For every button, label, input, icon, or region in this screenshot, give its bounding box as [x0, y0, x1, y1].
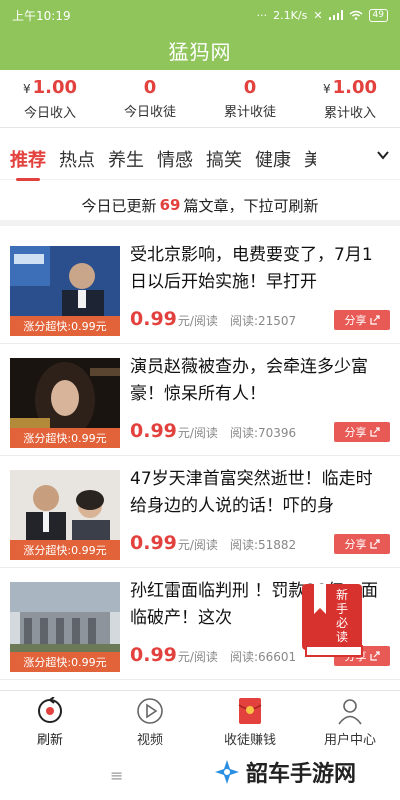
nav-refresh[interactable]: 刷新 — [0, 691, 100, 752]
stat-today-income[interactable]: ¥1.00 今日收入 — [0, 70, 100, 127]
share-button[interactable]: 分享 — [334, 310, 390, 330]
share-button[interactable]: 分享 — [334, 534, 390, 554]
currency-symbol: ¥ — [22, 81, 31, 96]
nav-label: 刷新 — [36, 732, 63, 748]
share-icon — [369, 427, 380, 437]
notice-prefix: 今日已更新 — [81, 196, 157, 215]
refresh-icon — [35, 696, 65, 726]
price-unit: 元/阅读 — [177, 650, 218, 664]
notice-suffix: 篇文章，下拉可刷新 — [183, 196, 319, 215]
tab-funny[interactable]: 搞笑 — [206, 146, 242, 172]
status-bar: 上午10:19 ··· 2.1K/s ✕ 49 — [0, 0, 400, 30]
tab-emotion[interactable]: 情感 — [157, 146, 193, 172]
price: 0.99 — [130, 420, 177, 442]
bottom-nav: 刷新 视频 收徒赚钱 用户中心 — [0, 690, 400, 752]
currency-symbol: ¥ — [322, 81, 331, 96]
article-thumbnail: 涨分超快:0.99元 — [10, 470, 120, 560]
stat-label: 今日收徒 — [123, 105, 176, 120]
nav-label: 视频 — [136, 732, 163, 748]
article-meta: 0.99 元/阅读 阅读:51882 — [130, 532, 296, 554]
stat-today-apprentices[interactable]: 0 今日收徒 — [100, 70, 200, 127]
article-title: 演员赵薇被查办，会牵连多少富豪！惊呆所有人！ — [130, 357, 368, 404]
share-icon — [369, 539, 380, 549]
list-item[interactable]: 涨分超快:0.99元 演员赵薇被查办，会牵连多少富豪！惊呆所有人！ 0.99 元… — [0, 344, 400, 456]
update-notice: 今日已更新 69 篇文章，下拉可刷新 — [0, 190, 400, 226]
share-label: 分享 — [344, 314, 367, 327]
menu-icon[interactable]: ≡ — [110, 766, 123, 785]
price-unit: 元/阅读 — [177, 426, 218, 440]
chevron-down-icon[interactable] — [376, 148, 390, 162]
article-count: 69 — [159, 196, 181, 214]
share-label: 分享 — [344, 426, 367, 439]
stat-value: 1.00 — [332, 76, 378, 98]
stat-label: 累计收徒 — [223, 105, 276, 120]
share-button[interactable]: 分享 — [334, 422, 390, 442]
tab-wellness[interactable]: 养生 — [108, 146, 144, 172]
network-speed: 2.1K/s — [273, 8, 308, 22]
article-meta: 0.99 元/阅读 阅读:70396 — [130, 420, 296, 442]
list-item[interactable]: 涨分超快:0.99元 47岁天津首富突然逝世！临走时给身边的人说的话！吓的身 0… — [0, 456, 400, 568]
share-label: 分享 — [344, 538, 367, 551]
stat-value: 0 — [143, 77, 157, 98]
nav-label: 收徒赚钱 — [223, 732, 276, 748]
article-thumbnail: 涨分超快:0.99元 — [10, 246, 120, 336]
status-indicators: ··· 2.1K/s ✕ 49 — [256, 8, 388, 22]
tab-hot[interactable]: 热点 — [59, 146, 95, 172]
read-count: 阅读:70396 — [229, 426, 297, 440]
article-thumbnail: 涨分超快:0.99元 — [10, 582, 120, 672]
newbie-guide-label: 新手必读 — [336, 588, 349, 644]
list-item[interactable]: 涨分超快:0.99元 受北京影响，电费要变了，7月1日以后开始实施！早打开 0.… — [0, 232, 400, 344]
read-count: 阅读:21507 — [229, 314, 297, 328]
wifi-icon — [349, 10, 363, 20]
newbie-guide-button[interactable]: 新手必读 — [300, 580, 366, 660]
stat-value: 1.00 — [32, 76, 78, 98]
article-meta: 0.99 元/阅读 阅读:66601 — [130, 644, 296, 666]
price-unit: 元/阅读 — [177, 538, 218, 552]
battery-icon: 49 — [368, 8, 388, 22]
earn-tag: 涨分超快:0.99元 — [10, 652, 120, 672]
price: 0.99 — [130, 308, 177, 330]
notification-dots: ··· — [256, 8, 268, 22]
price: 0.99 — [130, 532, 177, 554]
user-icon — [335, 696, 365, 726]
app-header: 猛犸网 — [0, 30, 400, 70]
stat-total-apprentices[interactable]: 0 累计收徒 — [200, 70, 300, 127]
tab-recommended[interactable]: 推荐 — [10, 146, 46, 181]
watermark: 韶车手游网 — [214, 756, 356, 788]
watermark-logo-icon — [215, 760, 239, 784]
app-title: 猛犸网 — [168, 39, 232, 64]
read-count: 阅读:51882 — [229, 538, 297, 552]
book-icon — [302, 584, 363, 657]
stat-label: 今日收入 — [23, 105, 76, 121]
stat-total-income[interactable]: ¥1.00 累计收入 — [300, 70, 400, 127]
price-unit: 元/阅读 — [177, 314, 218, 328]
watermark-text: 韶车手游网 — [246, 762, 357, 787]
earnings-summary: ¥1.00 今日收入 0 今日收徒 0 累计收徒 ¥1.00 累计收入 — [0, 70, 400, 128]
article-thumbnail: 涨分超快:0.99元 — [10, 358, 120, 448]
stat-value: 0 — [243, 77, 257, 98]
mute-icon: ✕ — [313, 8, 323, 22]
red-envelope-icon — [235, 696, 265, 726]
share-icon — [369, 651, 380, 661]
play-icon — [135, 696, 165, 726]
clock: 上午10:19 — [12, 8, 71, 23]
tab-beauty[interactable]: 美 — [304, 146, 316, 172]
article-meta: 0.99 元/阅读 阅读:21507 — [130, 308, 296, 330]
nav-earn[interactable]: 收徒赚钱 — [200, 691, 300, 752]
share-icon — [369, 315, 380, 325]
article-title: 47岁天津首富突然逝世！临走时给身边的人说的话！吓的身 — [130, 469, 373, 516]
earn-tag: 涨分超快:0.99元 — [10, 428, 120, 448]
read-count: 阅读:66601 — [229, 650, 297, 664]
nav-label: 用户中心 — [323, 732, 376, 748]
signal-icon — [328, 10, 343, 20]
tab-health[interactable]: 健康 — [255, 146, 291, 172]
category-tabs: 推荐 热点 养生 情感 搞笑 健康 美 — [0, 138, 400, 181]
nav-user-center[interactable]: 用户中心 — [300, 691, 400, 752]
earn-tag: 涨分超快:0.99元 — [10, 316, 120, 336]
article-title: 受北京影响，电费要变了，7月1日以后开始实施！早打开 — [130, 245, 373, 292]
stat-label: 累计收入 — [323, 105, 376, 121]
earn-tag: 涨分超快:0.99元 — [10, 540, 120, 560]
nav-video[interactable]: 视频 — [100, 691, 200, 752]
price: 0.99 — [130, 644, 177, 666]
